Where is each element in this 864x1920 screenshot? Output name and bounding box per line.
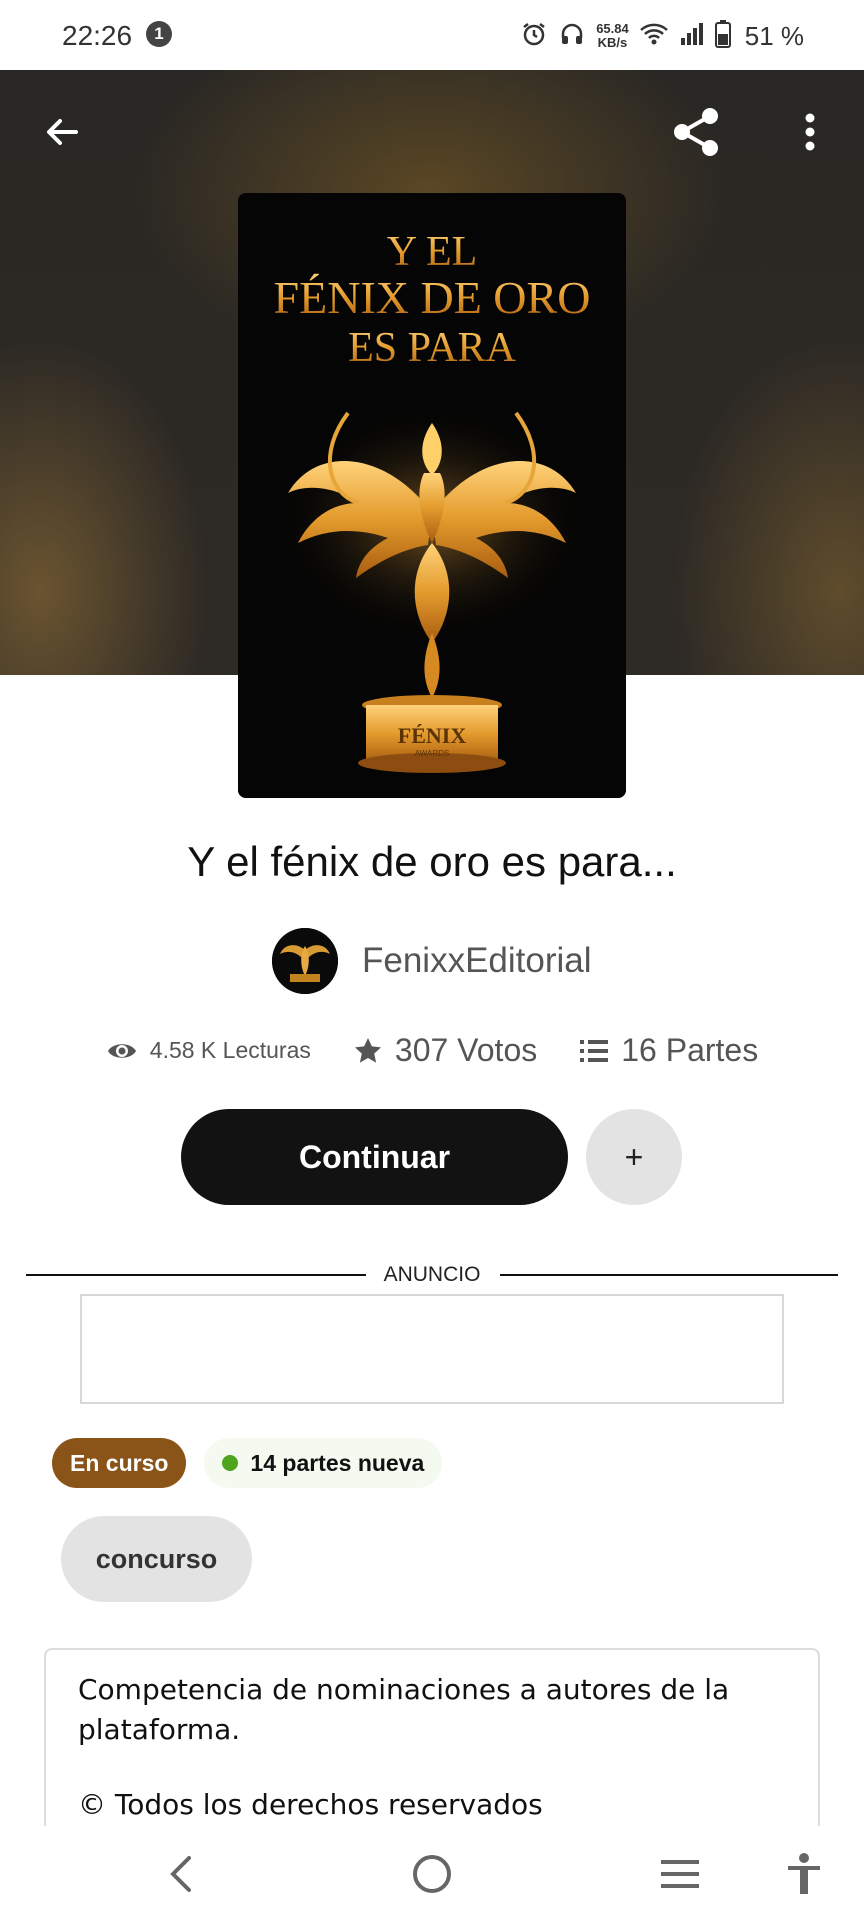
- network-speed: 65.84 KB/s: [596, 22, 629, 50]
- more-vertical-icon: [805, 113, 815, 151]
- cover-title-line-3: ES PARA: [348, 325, 516, 371]
- battery-percent: 51 %: [744, 20, 804, 51]
- author-link[interactable]: FenixxEditorial: [272, 928, 592, 994]
- nav-recents-button[interactable]: [650, 1844, 710, 1904]
- new-parts-badge: 14 partes nueva: [204, 1438, 443, 1488]
- ad-divider: ANUNCIO: [26, 1262, 838, 1288]
- headphones-icon: [558, 20, 586, 53]
- accessibility-icon: [788, 1853, 820, 1894]
- new-parts-label: 14 partes nueva: [250, 1449, 425, 1476]
- menu-lines-icon: [661, 1860, 699, 1888]
- reads-count: 4.58 K Lecturas: [149, 1037, 311, 1063]
- battery-icon: [714, 19, 731, 53]
- votes-stat: 307 Votos: [353, 1032, 537, 1069]
- alarm-icon: [520, 20, 548, 53]
- list-icon: [580, 1039, 609, 1062]
- chevron-left-icon: [170, 1856, 191, 1892]
- new-indicator-dot: [222, 1455, 239, 1471]
- signal-icon: [679, 21, 705, 52]
- nav-back-button[interactable]: [152, 1844, 212, 1904]
- eye-icon: [107, 1043, 136, 1058]
- speed-value: 65.84: [596, 21, 629, 36]
- share-button[interactable]: [666, 102, 726, 162]
- back-button[interactable]: [32, 102, 92, 162]
- book-cover[interactable]: Y EL FÉNIX DE ORO ES PARA FÉNIX AWARDS: [238, 193, 626, 798]
- cover-award-sub: AWARDS: [415, 749, 450, 758]
- status-bar: 22:26 1 65.84 KB/s 51 %: [0, 0, 864, 70]
- system-nav-bar: [0, 1826, 864, 1920]
- nav-accessibility-button[interactable]: [774, 1844, 834, 1904]
- continue-reading-button[interactable]: Continuar: [181, 1109, 568, 1205]
- add-to-library-button[interactable]: +: [586, 1109, 682, 1205]
- ad-divider-line-right: [500, 1274, 838, 1276]
- status-icons: 65.84 KB/s 51 %: [520, 14, 804, 58]
- star-icon: [354, 1037, 381, 1063]
- cover-title-line-2: FÉNIX DE ORO: [274, 272, 591, 323]
- stats-row: 4.58 K Lecturas 307 Votos 16 Partes: [0, 1032, 864, 1069]
- more-options-button[interactable]: [780, 102, 840, 162]
- speed-unit: KB/s: [597, 35, 628, 50]
- description-card: Competencia de nominaciones a autores de…: [44, 1648, 820, 1838]
- notification-count-badge: 1: [146, 21, 172, 47]
- book-title: Y el fénix de oro es para...: [187, 838, 677, 885]
- description-text: Competencia de nominaciones a autores de…: [78, 1673, 730, 1746]
- share-icon: [674, 108, 718, 156]
- copyright-text: © Todos los derechos reservados: [78, 1788, 543, 1821]
- wifi-icon: [639, 21, 669, 52]
- cover-award-name: FÉNIX: [398, 723, 467, 748]
- votes-count: 307 Votos: [394, 1032, 538, 1068]
- author-name[interactable]: FenixxEditorial: [362, 941, 592, 981]
- status-time: 22:26: [62, 20, 133, 51]
- reads-stat: 4.58 K Lecturas: [106, 1037, 311, 1064]
- parts-count: 16 Partes: [621, 1032, 759, 1068]
- arrow-left-icon: [47, 119, 78, 145]
- author-avatar[interactable]: [272, 928, 338, 994]
- ad-slot[interactable]: [80, 1294, 784, 1404]
- cover-title-line-1: Y EL: [387, 229, 478, 275]
- tag-chip[interactable]: concurso: [61, 1516, 252, 1602]
- parts-stat: 16 Partes: [579, 1032, 758, 1069]
- status-badges: En curso 14 partes nueva: [52, 1438, 443, 1488]
- nav-home-button[interactable]: [402, 1844, 462, 1904]
- status-badge: En curso: [52, 1438, 187, 1488]
- home-circle-icon: [413, 1855, 451, 1893]
